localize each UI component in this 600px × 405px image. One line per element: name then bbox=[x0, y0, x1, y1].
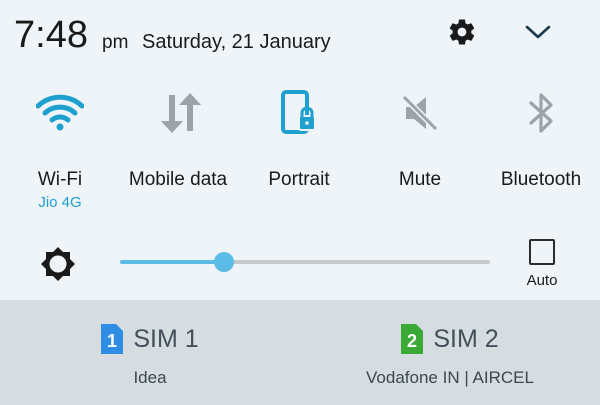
toggle-label: Portrait bbox=[268, 169, 330, 190]
sim-operator: Vodafone IN | AIRCEL bbox=[366, 368, 534, 387]
clock-time: 7:48 bbox=[14, 14, 88, 56]
toggle-portrait[interactable]: Portrait bbox=[239, 82, 359, 222]
toggle-mobile-data[interactable]: Mobile data bbox=[118, 82, 238, 222]
sim-2-card[interactable]: 2 SIM 2 Vodafone IN | AIRCEL bbox=[330, 324, 570, 394]
portrait-lock-icon bbox=[239, 88, 359, 138]
toggle-bluetooth[interactable]: Bluetooth bbox=[481, 82, 600, 222]
toggle-label: Wi-Fi bbox=[37, 169, 83, 190]
toggle-wifi[interactable]: Wi-Fi Jio 4G bbox=[0, 82, 120, 222]
checkbox-box bbox=[529, 239, 555, 265]
slider-thumb[interactable] bbox=[213, 252, 234, 272]
notification-panel: 7:48 pm Saturday, 21 January Wi-Fi Jio 4… bbox=[0, 0, 600, 300]
sim-name: SIM 1 bbox=[133, 324, 199, 353]
sim-number: 1 bbox=[107, 331, 117, 351]
clock-ampm: pm bbox=[102, 32, 129, 53]
date-label: Saturday, 21 January bbox=[142, 31, 331, 53]
brightness-row: Auto bbox=[0, 236, 600, 296]
toggle-label: Mobile data bbox=[128, 169, 228, 190]
expand-button[interactable] bbox=[518, 14, 558, 50]
status-row: 7:48 pm Saturday, 21 January bbox=[0, 0, 600, 70]
auto-brightness-checkbox[interactable]: Auto bbox=[515, 239, 569, 291]
sim-bar: 1 SIM 1 Idea 2 SIM 2 Vodafone IN | AIRCE… bbox=[0, 300, 600, 405]
brightness-slider[interactable] bbox=[120, 252, 490, 272]
slider-fill bbox=[120, 260, 224, 264]
sim-card-icon: 2 bbox=[401, 324, 424, 354]
bluetooth-icon bbox=[481, 88, 600, 138]
sim-number: 2 bbox=[407, 331, 417, 351]
sim-name: SIM 2 bbox=[433, 324, 499, 353]
mobile-data-icon bbox=[118, 88, 238, 138]
auto-label: Auto bbox=[526, 272, 558, 289]
chevron-down-icon bbox=[525, 25, 551, 39]
brightness-icon bbox=[36, 242, 80, 286]
sim-card-icon: 1 bbox=[101, 324, 124, 354]
sim-operator: Idea bbox=[133, 368, 167, 387]
toggle-mute[interactable]: Mute bbox=[360, 82, 480, 222]
gear-icon bbox=[449, 19, 475, 45]
sim-1-card[interactable]: 1 SIM 1 Idea bbox=[60, 324, 240, 394]
quick-settings: Wi-Fi Jio 4G Mobile data Portrait Mute B… bbox=[0, 82, 600, 222]
toggle-label: Mute bbox=[398, 169, 442, 190]
settings-button[interactable] bbox=[444, 14, 480, 50]
toggle-label: Bluetooth bbox=[500, 169, 582, 190]
mute-icon bbox=[360, 88, 480, 138]
wifi-icon bbox=[0, 88, 120, 138]
toggle-sublabel: Jio 4G bbox=[38, 194, 82, 211]
